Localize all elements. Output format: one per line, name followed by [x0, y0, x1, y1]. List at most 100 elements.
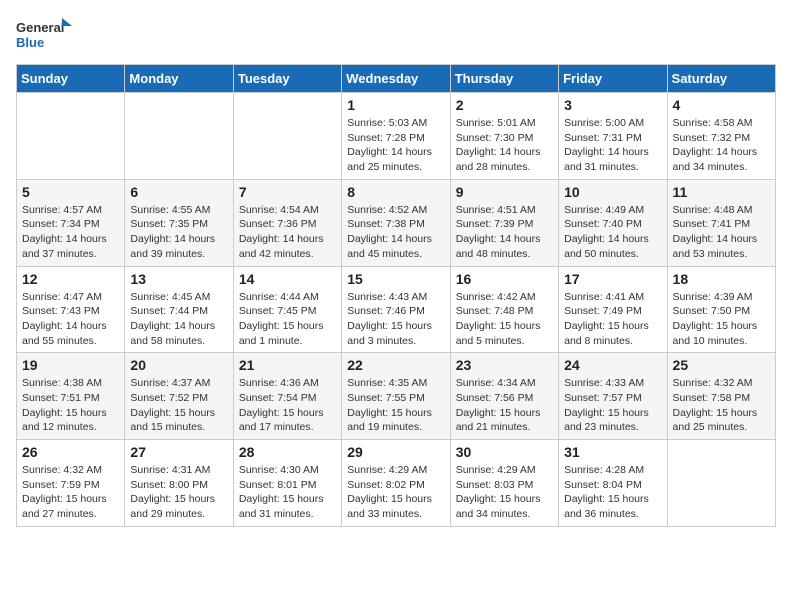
day-info: Sunrise: 4:52 AM Sunset: 7:38 PM Dayligh…	[347, 203, 444, 262]
calendar-cell: 3 Sunrise: 5:00 AM Sunset: 7:31 PM Daylig…	[559, 93, 667, 180]
day-number: 17	[564, 271, 661, 287]
day-number: 1	[347, 97, 444, 113]
day-number: 23	[456, 357, 553, 373]
day-number: 26	[22, 444, 119, 460]
day-info: Sunrise: 4:42 AM Sunset: 7:48 PM Dayligh…	[456, 290, 553, 349]
day-number: 21	[239, 357, 336, 373]
day-info: Sunrise: 4:43 AM Sunset: 7:46 PM Dayligh…	[347, 290, 444, 349]
day-info: Sunrise: 4:29 AM Sunset: 8:03 PM Dayligh…	[456, 463, 553, 522]
day-number: 12	[22, 271, 119, 287]
day-number: 24	[564, 357, 661, 373]
day-info: Sunrise: 4:35 AM Sunset: 7:55 PM Dayligh…	[347, 376, 444, 435]
day-number: 9	[456, 184, 553, 200]
calendar-cell: 21 Sunrise: 4:36 AM Sunset: 7:54 PM Dayli…	[233, 353, 341, 440]
calendar-cell: 26 Sunrise: 4:32 AM Sunset: 7:59 PM Dayli…	[17, 440, 125, 527]
day-number: 28	[239, 444, 336, 460]
col-header-friday: Friday	[559, 65, 667, 93]
calendar-cell: 17 Sunrise: 4:41 AM Sunset: 7:49 PM Dayli…	[559, 266, 667, 353]
day-info: Sunrise: 4:54 AM Sunset: 7:36 PM Dayligh…	[239, 203, 336, 262]
day-info: Sunrise: 4:29 AM Sunset: 8:02 PM Dayligh…	[347, 463, 444, 522]
logo: GeneralBlue	[16, 16, 76, 52]
day-number: 4	[673, 97, 770, 113]
calendar-cell: 20Sunrise: 4:37 AM Sunset: 7:52 PM Dayli…	[125, 353, 233, 440]
calendar-cell: 7 Sunrise: 4:54 AM Sunset: 7:36 PM Daylig…	[233, 179, 341, 266]
day-info: Sunrise: 4:41 AM Sunset: 7:49 PM Dayligh…	[564, 290, 661, 349]
day-info: Sunrise: 5:03 AM Sunset: 7:28 PM Dayligh…	[347, 116, 444, 175]
day-info: Sunrise: 4:45 AM Sunset: 7:44 PM Dayligh…	[130, 290, 227, 349]
day-info: Sunrise: 4:58 AM Sunset: 7:32 PM Dayligh…	[673, 116, 770, 175]
day-number: 7	[239, 184, 336, 200]
day-number: 2	[456, 97, 553, 113]
calendar-cell: 14 Sunrise: 4:44 AM Sunset: 7:45 PM Dayli…	[233, 266, 341, 353]
calendar-cell	[125, 93, 233, 180]
calendar-cell: 11 Sunrise: 4:48 AM Sunset: 7:41 PM Dayli…	[667, 179, 775, 266]
day-number: 8	[347, 184, 444, 200]
calendar-cell: 28 Sunrise: 4:30 AM Sunset: 8:01 PM Dayli…	[233, 440, 341, 527]
calendar-cell: 6Sunrise: 4:55 AM Sunset: 7:35 PM Daylig…	[125, 179, 233, 266]
day-info: Sunrise: 5:01 AM Sunset: 7:30 PM Dayligh…	[456, 116, 553, 175]
calendar-cell	[667, 440, 775, 527]
calendar-cell: 12Sunrise: 4:47 AM Sunset: 7:43 PM Dayli…	[17, 266, 125, 353]
calendar-cell: 24 Sunrise: 4:33 AM Sunset: 7:57 PM Dayli…	[559, 353, 667, 440]
day-number: 15	[347, 271, 444, 287]
day-number: 31	[564, 444, 661, 460]
calendar-cell: 23Sunrise: 4:34 AM Sunset: 7:56 PM Dayli…	[450, 353, 558, 440]
day-info: Sunrise: 4:44 AM Sunset: 7:45 PM Dayligh…	[239, 290, 336, 349]
col-header-monday: Monday	[125, 65, 233, 93]
day-number: 3	[564, 97, 661, 113]
day-info: Sunrise: 4:39 AM Sunset: 7:50 PM Dayligh…	[673, 290, 770, 349]
calendar-cell: 19 Sunrise: 4:38 AM Sunset: 7:51 PM Dayli…	[17, 353, 125, 440]
calendar-cell	[233, 93, 341, 180]
day-number: 11	[673, 184, 770, 200]
svg-text:General: General	[16, 20, 64, 35]
day-number: 13	[130, 271, 227, 287]
day-info: Sunrise: 4:38 AM Sunset: 7:51 PM Dayligh…	[22, 376, 119, 435]
calendar-cell: 9 Sunrise: 4:51 AM Sunset: 7:39 PM Daylig…	[450, 179, 558, 266]
day-info: Sunrise: 4:36 AM Sunset: 7:54 PM Dayligh…	[239, 376, 336, 435]
calendar-cell: 30Sunrise: 4:29 AM Sunset: 8:03 PM Dayli…	[450, 440, 558, 527]
day-info: Sunrise: 4:33 AM Sunset: 7:57 PM Dayligh…	[564, 376, 661, 435]
day-info: Sunrise: 4:32 AM Sunset: 7:58 PM Dayligh…	[673, 376, 770, 435]
col-header-saturday: Saturday	[667, 65, 775, 93]
day-number: 19	[22, 357, 119, 373]
calendar-cell: 8 Sunrise: 4:52 AM Sunset: 7:38 PM Daylig…	[342, 179, 450, 266]
col-header-thursday: Thursday	[450, 65, 558, 93]
calendar-cell: 1 Sunrise: 5:03 AM Sunset: 7:28 PM Daylig…	[342, 93, 450, 180]
calendar-cell: 16Sunrise: 4:42 AM Sunset: 7:48 PM Dayli…	[450, 266, 558, 353]
calendar-cell: 13 Sunrise: 4:45 AM Sunset: 7:44 PM Dayli…	[125, 266, 233, 353]
day-info: Sunrise: 4:48 AM Sunset: 7:41 PM Dayligh…	[673, 203, 770, 262]
calendar-cell: 27 Sunrise: 4:31 AM Sunset: 8:00 PM Dayli…	[125, 440, 233, 527]
day-number: 18	[673, 271, 770, 287]
calendar-cell: 22 Sunrise: 4:35 AM Sunset: 7:55 PM Dayli…	[342, 353, 450, 440]
day-number: 22	[347, 357, 444, 373]
calendar-cell: 18 Sunrise: 4:39 AM Sunset: 7:50 PM Dayli…	[667, 266, 775, 353]
svg-text:Blue: Blue	[16, 35, 44, 50]
calendar-cell: 2 Sunrise: 5:01 AM Sunset: 7:30 PM Daylig…	[450, 93, 558, 180]
calendar-week-row: 12Sunrise: 4:47 AM Sunset: 7:43 PM Dayli…	[17, 266, 776, 353]
day-info: Sunrise: 5:00 AM Sunset: 7:31 PM Dayligh…	[564, 116, 661, 175]
calendar-cell: 10 Sunrise: 4:49 AM Sunset: 7:40 PM Dayli…	[559, 179, 667, 266]
day-number: 6	[130, 184, 227, 200]
day-number: 20	[130, 357, 227, 373]
calendar-week-row: 1 Sunrise: 5:03 AM Sunset: 7:28 PM Daylig…	[17, 93, 776, 180]
day-number: 27	[130, 444, 227, 460]
calendar-header-row: SundayMondayTuesdayWednesdayThursdayFrid…	[17, 65, 776, 93]
day-info: Sunrise: 4:49 AM Sunset: 7:40 PM Dayligh…	[564, 203, 661, 262]
day-number: 25	[673, 357, 770, 373]
col-header-sunday: Sunday	[17, 65, 125, 93]
day-number: 29	[347, 444, 444, 460]
calendar-cell: 31Sunrise: 4:28 AM Sunset: 8:04 PM Dayli…	[559, 440, 667, 527]
col-header-tuesday: Tuesday	[233, 65, 341, 93]
day-number: 14	[239, 271, 336, 287]
day-info: Sunrise: 4:30 AM Sunset: 8:01 PM Dayligh…	[239, 463, 336, 522]
calendar-cell: 4 Sunrise: 4:58 AM Sunset: 7:32 PM Daylig…	[667, 93, 775, 180]
day-info: Sunrise: 4:32 AM Sunset: 7:59 PM Dayligh…	[22, 463, 119, 522]
day-number: 5	[22, 184, 119, 200]
day-info: Sunrise: 4:57 AM Sunset: 7:34 PM Dayligh…	[22, 203, 119, 262]
day-info: Sunrise: 4:51 AM Sunset: 7:39 PM Dayligh…	[456, 203, 553, 262]
day-number: 10	[564, 184, 661, 200]
day-info: Sunrise: 4:31 AM Sunset: 8:00 PM Dayligh…	[130, 463, 227, 522]
calendar-week-row: 5 Sunrise: 4:57 AM Sunset: 7:34 PM Daylig…	[17, 179, 776, 266]
calendar-table: SundayMondayTuesdayWednesdayThursdayFrid…	[16, 64, 776, 527]
calendar-cell: 5 Sunrise: 4:57 AM Sunset: 7:34 PM Daylig…	[17, 179, 125, 266]
